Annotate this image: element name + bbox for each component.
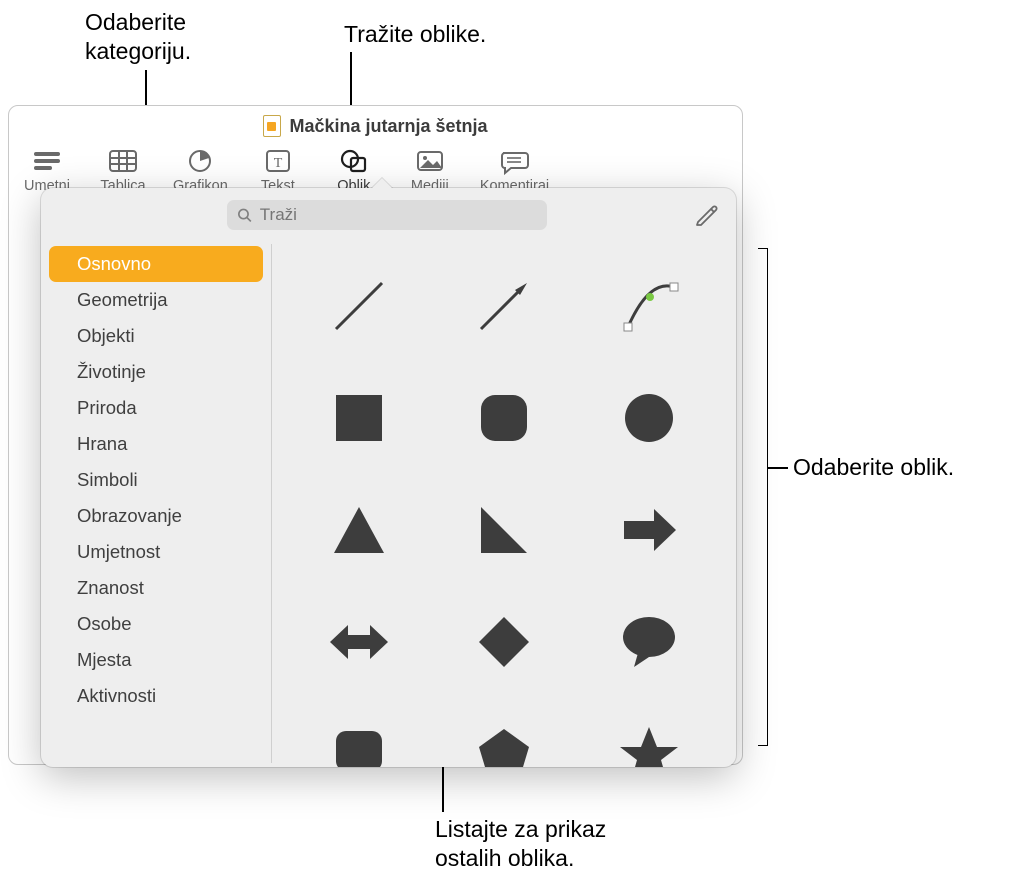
category-item[interactable]: Osnovno <box>49 246 263 282</box>
triangle-icon <box>324 495 394 565</box>
popover-body: OsnovnoGeometrijaObjektiŽivotinjePriroda… <box>41 240 736 767</box>
chart-icon <box>183 146 217 176</box>
toolbar-media[interactable]: Mediji <box>404 146 456 194</box>
comment-icon <box>497 146 531 176</box>
shape-line[interactable] <box>319 266 399 346</box>
category-item[interactable]: Simboli <box>49 462 263 498</box>
shape-rounded-square[interactable] <box>464 378 544 458</box>
shape-pentagon[interactable] <box>464 714 544 767</box>
arrow-right-icon <box>614 495 684 565</box>
shape-right-triangle[interactable] <box>464 490 544 570</box>
category-item[interactable]: Mjesta <box>49 642 263 678</box>
shape-double-arrow[interactable] <box>319 602 399 682</box>
search-box[interactable] <box>227 200 547 230</box>
square-icon <box>324 383 394 453</box>
callout-select-shape-bracket <box>758 248 768 746</box>
line-icon <box>324 271 394 341</box>
rounded-square-icon <box>469 383 539 453</box>
text-icon: T <box>261 146 295 176</box>
category-item[interactable]: Hrana <box>49 426 263 462</box>
search-row <box>41 188 736 240</box>
draw-shape-icon[interactable] <box>694 202 720 228</box>
shape-icon <box>337 146 371 176</box>
shapes-grid[interactable] <box>272 240 736 767</box>
shape-star[interactable] <box>609 714 689 767</box>
insert-icon <box>30 146 64 176</box>
star-icon <box>614 719 684 767</box>
callout-select-shape-line <box>768 467 788 469</box>
table-icon <box>106 146 140 176</box>
toolbar-insert[interactable]: Umetni <box>21 146 73 194</box>
toolbar-table[interactable]: Tablica <box>97 146 149 194</box>
category-item[interactable]: Aktivnosti <box>49 678 263 714</box>
right-triangle-icon <box>469 495 539 565</box>
titlebar: Mačkina jutarnja šetnja <box>9 106 742 146</box>
document-title: Mačkina jutarnja šetnja <box>289 116 487 137</box>
callout-category-label: Odaberite kategoriju. <box>85 8 191 66</box>
toolbar-text[interactable]: T Tekst <box>252 146 304 194</box>
circle-icon <box>614 383 684 453</box>
search-icon <box>237 207 252 223</box>
callout-select-shape-label: Odaberite oblik. <box>793 453 954 482</box>
category-item[interactable]: Umjetnost <box>49 534 263 570</box>
toolbar-chart[interactable]: Grafikon <box>173 146 228 194</box>
shape-callout-rect[interactable] <box>319 714 399 767</box>
category-sidebar: OsnovnoGeometrijaObjektiŽivotinjePriroda… <box>41 240 271 767</box>
category-item[interactable]: Priroda <box>49 390 263 426</box>
category-item[interactable]: Obrazovanje <box>49 498 263 534</box>
shape-arrow-right[interactable] <box>609 490 689 570</box>
shapes-popover: OsnovnoGeometrijaObjektiŽivotinjePriroda… <box>41 188 736 767</box>
double-arrow-icon <box>324 607 394 677</box>
toolbar-comment[interactable]: Komentiraj <box>480 146 549 194</box>
category-item[interactable]: Osobe <box>49 606 263 642</box>
category-item[interactable]: Geometrija <box>49 282 263 318</box>
category-item[interactable]: Znanost <box>49 570 263 606</box>
svg-text:T: T <box>274 156 283 171</box>
pentagon-icon <box>469 719 539 767</box>
callout-search-label: Tražite oblike. <box>344 20 486 49</box>
speech-bubble-icon <box>614 607 684 677</box>
shape-arrow-line[interactable] <box>464 266 544 346</box>
category-item[interactable]: Objekti <box>49 318 263 354</box>
shape-triangle[interactable] <box>319 490 399 570</box>
shape-diamond[interactable] <box>464 602 544 682</box>
arrow-line-icon <box>469 271 539 341</box>
curve-icon <box>614 271 684 341</box>
shape-speech-bubble[interactable] <box>609 602 689 682</box>
shape-square[interactable] <box>319 378 399 458</box>
shape-curve[interactable] <box>609 266 689 346</box>
search-input[interactable] <box>260 205 537 225</box>
category-item[interactable]: Životinje <box>49 354 263 390</box>
diamond-icon <box>469 607 539 677</box>
callout-scroll-label: Listajte za prikaz ostalih oblika. <box>435 815 606 873</box>
shape-circle[interactable] <box>609 378 689 458</box>
callout-rect-icon <box>324 719 394 767</box>
document-icon <box>263 115 281 137</box>
media-icon <box>413 146 447 176</box>
